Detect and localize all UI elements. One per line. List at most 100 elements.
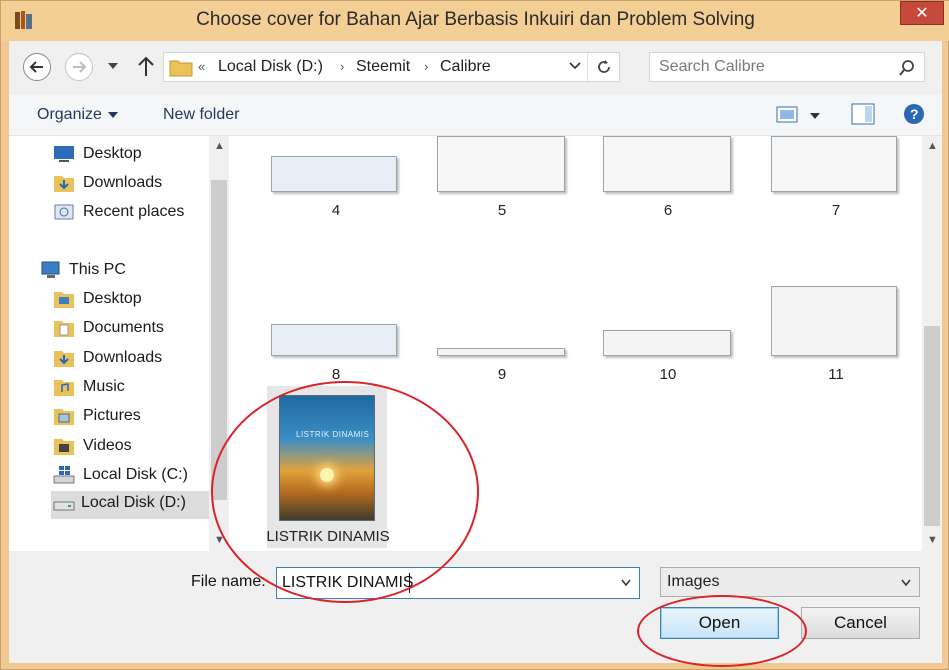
desktop-folder-icon: [54, 292, 74, 308]
sidebar-item-label: Local Disk (C:): [83, 466, 188, 483]
annotation-circle-open: [637, 595, 807, 667]
desktop-icon: [54, 146, 74, 162]
back-button[interactable]: [23, 53, 51, 81]
file-label[interactable]: 9: [437, 366, 567, 383]
help-icon[interactable]: ?: [903, 103, 925, 125]
file-label[interactable]: 7: [771, 202, 901, 219]
sidebar-item-label: Downloads: [83, 174, 163, 191]
breadcrumb-local-disk-d[interactable]: Local Disk (D:): [218, 58, 323, 76]
close-button[interactable]: ✕: [900, 1, 944, 25]
new-folder-button[interactable]: New folder: [163, 106, 239, 124]
up-arrow-icon[interactable]: [137, 55, 155, 77]
search-box[interactable]: Search Calibre: [649, 52, 925, 82]
sidebar-item-label: This PC: [69, 261, 126, 278]
pictures-folder-icon: [54, 409, 74, 425]
sidebar-item-pictures[interactable]: Pictures: [53, 404, 203, 430]
refresh-button[interactable]: [587, 53, 619, 81]
thumbnail-image[interactable]: [603, 330, 731, 356]
forward-arrow-icon: [73, 61, 87, 73]
file-label[interactable]: 6: [603, 202, 733, 219]
sidebar-item-label: Downloads: [83, 349, 163, 366]
sidebar-item-local-disk-c[interactable]: Local Disk (C:): [53, 463, 203, 489]
sidebar-item-label: Desktop: [83, 145, 142, 162]
thumbnail-image[interactable]: [437, 136, 565, 192]
sidebar-item-pc-desktop[interactable]: Desktop: [53, 287, 203, 313]
downloads-folder-icon: [54, 176, 74, 192]
command-bar: Organize New folder ?: [9, 95, 942, 135]
sidebar-item-label: Videos: [83, 437, 132, 454]
refresh-icon: [598, 60, 610, 73]
scroll-up-icon[interactable]: ▲: [214, 140, 225, 152]
search-icon[interactable]: [898, 59, 916, 77]
scroll-up-icon[interactable]: ▲: [927, 140, 938, 152]
sidebar-item-this-pc[interactable]: This PC: [39, 258, 199, 284]
sidebar-item-label: Music: [83, 378, 125, 395]
address-dropdown-chevron-icon[interactable]: [569, 61, 581, 71]
file-dialog-window: Choose cover for Bahan Ajar Berbasis Ink…: [0, 0, 949, 670]
file-label[interactable]: 4: [271, 202, 401, 219]
breadcrumb-calibre[interactable]: Calibre: [440, 58, 491, 76]
dialog-client-area: « Local Disk (D:) › Steemit › Calibre Se…: [9, 41, 942, 667]
organize-menu[interactable]: Organize: [37, 106, 118, 124]
windows-drive-icon: [53, 466, 75, 484]
recent-locations-chevron-icon[interactable]: [107, 61, 119, 71]
file-label[interactable]: 10: [603, 366, 733, 383]
breadcrumb-steemit[interactable]: Steemit: [356, 58, 410, 76]
sidebar-item-music[interactable]: Music: [53, 375, 203, 401]
back-arrow-icon: [29, 61, 43, 73]
file-name-label: File name:: [191, 573, 266, 590]
sidebar-item-label: Pictures: [83, 407, 141, 424]
thumbnail-image[interactable]: [603, 136, 731, 192]
sidebar-item-local-disk-d[interactable]: Local Disk (D:): [51, 491, 209, 519]
cancel-button[interactable]: Cancel: [801, 607, 920, 639]
chevron-down-icon[interactable]: [621, 579, 631, 587]
file-type-select[interactable]: Images: [660, 567, 920, 597]
sidebar-item-videos[interactable]: Videos: [53, 434, 203, 460]
thumbnail-image[interactable]: [771, 286, 897, 356]
sidebar-item-label: Documents: [83, 319, 164, 336]
view-options-chevron-icon[interactable]: [810, 113, 820, 119]
search-placeholder[interactable]: Search Calibre: [659, 58, 765, 76]
forward-button[interactable]: [65, 53, 93, 81]
drive-icon: [53, 501, 75, 511]
navigation-pane[interactable]: Desktop Downloads Recent places This PC …: [9, 135, 231, 551]
thumbnail-image[interactable]: [771, 136, 897, 192]
file-type-value: Images: [667, 573, 720, 590]
svg-text:?: ?: [910, 106, 919, 122]
sidebar-item-label: Recent places: [83, 203, 185, 220]
file-view-scrollbar[interactable]: ▲ ▼: [922, 136, 942, 551]
file-label[interactable]: 11: [771, 366, 901, 383]
sidebar-item-label: Desktop: [83, 290, 142, 307]
chevron-down-icon: [107, 111, 118, 118]
sidebar-item-downloads[interactable]: Downloads: [53, 171, 203, 197]
scroll-down-icon[interactable]: ▼: [927, 534, 938, 546]
organize-label: Organize: [37, 106, 102, 123]
annotation-circle-cover: [211, 381, 479, 603]
breadcrumb-separator[interactable]: ›: [340, 59, 344, 74]
sidebar-item-desktop[interactable]: Desktop: [53, 142, 203, 168]
window-title: Choose cover for Bahan Ajar Berbasis Ink…: [196, 9, 755, 30]
thumbnail-image[interactable]: [271, 156, 397, 192]
folder-icon: [169, 60, 193, 77]
preview-pane-icon[interactable]: [851, 103, 875, 125]
sidebar-item-recent-places[interactable]: Recent places: [53, 200, 203, 226]
recent-places-icon: [54, 204, 74, 220]
breadcrumb-overflow[interactable]: «: [198, 59, 205, 74]
chevron-down-icon[interactable]: [901, 579, 911, 587]
address-bar[interactable]: « Local Disk (D:) › Steemit › Calibre: [163, 52, 620, 82]
sidebar-item-documents[interactable]: Documents: [53, 316, 203, 342]
computer-icon: [41, 261, 60, 278]
thumbnail-image[interactable]: [437, 348, 565, 356]
thumbnail-image[interactable]: [271, 324, 397, 356]
sidebar-item-pc-downloads[interactable]: Downloads: [53, 346, 203, 372]
videos-folder-icon: [54, 439, 74, 455]
documents-folder-icon: [54, 321, 74, 337]
downloads-folder-icon: [54, 351, 74, 367]
music-folder-icon: [54, 380, 74, 396]
file-label[interactable]: 5: [437, 202, 567, 219]
title-bar[interactable]: Choose cover for Bahan Ajar Berbasis Ink…: [1, 1, 949, 41]
change-view-icon[interactable]: [776, 105, 798, 125]
scrollbar-thumb[interactable]: [924, 326, 940, 526]
breadcrumb-separator[interactable]: ›: [424, 59, 428, 74]
sidebar-item-label: Local Disk (D:): [81, 494, 186, 511]
